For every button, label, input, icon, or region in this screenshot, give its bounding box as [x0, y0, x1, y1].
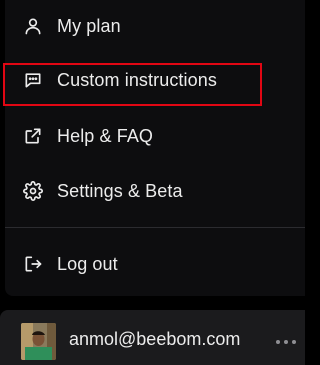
menu-item-label: Log out — [57, 253, 118, 274]
account-menu: My plan Custom instructions Help & FAQ S… — [5, 0, 305, 296]
account-footer[interactable]: anmol@beebom.com — [0, 310, 305, 365]
user-icon — [23, 16, 43, 36]
menu-item-help-faq[interactable]: Help & FAQ — [5, 114, 305, 158]
gear-icon — [23, 181, 43, 201]
menu-item-my-plan[interactable]: My plan — [5, 4, 305, 48]
menu-divider — [5, 227, 305, 228]
account-email: anmol@beebom.com — [69, 329, 241, 349]
logout-icon — [23, 254, 43, 274]
menu-item-custom-instructions[interactable]: Custom instructions — [5, 58, 305, 102]
menu-item-label: Help & FAQ — [57, 125, 154, 146]
menu-item-label: Custom instructions — [57, 69, 217, 90]
chat-bubble-icon — [23, 70, 43, 90]
menu-item-log-out[interactable]: Log out — [5, 242, 305, 286]
external-link-icon — [23, 126, 43, 146]
avatar[interactable] — [21, 323, 56, 360]
menu-item-label: Settings & Beta — [57, 180, 183, 201]
menu-item-label: My plan — [57, 15, 121, 36]
more-horizontal-icon[interactable] — [276, 339, 298, 345]
menu-item-settings-beta[interactable]: Settings & Beta — [5, 169, 305, 213]
